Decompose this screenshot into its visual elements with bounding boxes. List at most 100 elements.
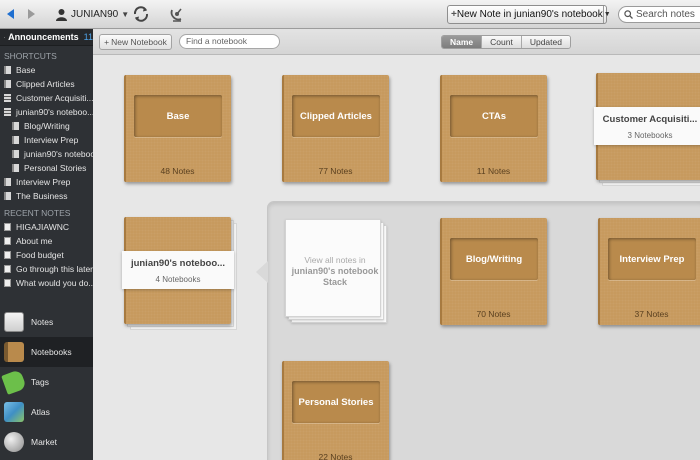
stack-icon [4, 108, 11, 116]
find-notebook-input[interactable] [186, 36, 274, 46]
nav-tags[interactable]: Tags [0, 367, 93, 397]
notes-icon [4, 312, 24, 332]
search-input[interactable] [636, 9, 700, 20]
notebook-note-count: 48 Notes [160, 166, 195, 176]
notebook-note-count: 37 Notes [634, 309, 669, 319]
recent-note-item[interactable]: What would you do... [0, 276, 93, 290]
nav-notes-label: Notes [31, 317, 54, 327]
activity-feed-icon[interactable] [168, 5, 186, 23]
stack-icon [4, 94, 11, 102]
notebook-icon [4, 192, 11, 200]
sort-by-count[interactable]: Count [482, 36, 522, 48]
sort-control: Name Count Updated [441, 35, 571, 49]
note-icon [4, 251, 11, 259]
notebook-note-count: 22 Notes [318, 452, 353, 460]
shortcut-item[interactable]: junian90's notebook [0, 147, 93, 161]
account-menu[interactable]: JUNIAN90 ▼ [55, 6, 129, 22]
notebook-title: CTAs [450, 95, 538, 137]
stack-junian90s-notebook[interactable]: junian90's noteboo... 4 Notebooks [122, 217, 237, 330]
notebooks-toolbar: + New Notebook Name Count Updated [93, 29, 700, 55]
shortcut-item[interactable]: Clipped Articles [0, 77, 93, 91]
notebook-title: Clipped Articles [292, 95, 380, 137]
account-username: JUNIAN90 [71, 8, 119, 20]
notebook-icon [12, 150, 19, 158]
stack-panel-pointer [256, 261, 268, 283]
notebook-title: Personal Stories [292, 381, 380, 423]
forward-arrow-icon[interactable] [25, 8, 37, 20]
shortcut-item[interactable]: Interview Prep [0, 175, 93, 189]
shortcut-item[interactable]: Blog/Writing [0, 119, 93, 133]
shortcut-label: Interview Prep [24, 135, 79, 145]
new-note-dropdown-icon[interactable]: ▼ [602, 6, 611, 23]
note-icon [4, 279, 11, 287]
search-box [618, 6, 700, 23]
top-toolbar: JUNIAN90 ▼ + New Note in junian90's note… [0, 0, 700, 29]
announcements-label: Announcements [8, 32, 79, 42]
notebooks-view: + New Notebook Name Count Updated Base 4… [93, 29, 700, 460]
notebook-clipped-articles[interactable]: Clipped Articles 77 Notes [282, 75, 392, 185]
nav-market-label: Market [31, 437, 57, 447]
notebook-personal-stories[interactable]: Personal Stories 22 Notes [282, 361, 392, 460]
notebook-ctas[interactable]: CTAs 11 Notes [440, 75, 550, 185]
stack-notebook-count: 3 Notebooks [627, 131, 673, 140]
sync-icon[interactable] [132, 5, 150, 23]
recent-note-item[interactable]: About me [0, 234, 93, 248]
plus-icon: + [104, 37, 110, 47]
stack-notebook-count: 4 Notebooks [155, 275, 201, 284]
new-note-button[interactable]: + New Note in junian90's notebook ▼ [447, 5, 611, 24]
announcements-item[interactable]: Announcements 11 [0, 29, 93, 46]
back-arrow-icon[interactable] [5, 8, 17, 20]
nav-atlas-label: Atlas [31, 407, 50, 417]
shortcut-label: Clipped Articles [16, 79, 75, 89]
shortcut-label: junian90's notebook [24, 149, 93, 159]
tags-icon [1, 369, 27, 395]
stack-title: Customer Acquisiti... [602, 114, 698, 125]
nav-atlas[interactable]: Atlas [0, 397, 93, 427]
recent-note-label: What would you do... [16, 278, 93, 288]
new-notebook-button[interactable]: + New Notebook [99, 34, 172, 50]
shortcut-item[interactable]: The Business [0, 189, 93, 203]
view-all-notes-in-stack[interactable]: View all notes in junian90's notebook St… [285, 219, 387, 323]
notebook-icon [4, 178, 11, 186]
note-icon [4, 223, 11, 231]
shortcut-label: Interview Prep [16, 177, 71, 187]
note-icon [4, 265, 11, 273]
shortcut-label: Base [16, 65, 36, 75]
recent-note-item[interactable]: HIGAJIAWNC [0, 220, 93, 234]
stack-customer-acquisition[interactable]: Customer Acquisiti... 3 Notebooks [594, 73, 700, 186]
stack-title: junian90's noteboo... [130, 258, 226, 269]
notebook-icon [4, 66, 11, 74]
view-all-stack-name: junian90's notebook Stack [291, 266, 379, 287]
sort-by-name[interactable]: Name [442, 36, 483, 48]
notebook-blog-writing[interactable]: Blog/Writing 70 Notes [440, 218, 550, 328]
notebook-title: Blog/Writing [450, 238, 538, 280]
new-note-label: New Note in junian90's notebook [456, 9, 603, 20]
nav-tags-label: Tags [31, 377, 49, 387]
notebook-interview-prep[interactable]: Interview Prep 37 Notes [598, 218, 700, 328]
recent-note-item[interactable]: Go through this later [0, 262, 93, 276]
nav-notebooks[interactable]: Notebooks [0, 337, 93, 367]
shortcut-item[interactable]: Personal Stories [0, 161, 93, 175]
view-all-text: View all notes in junian90's notebook St… [287, 255, 383, 288]
shortcut-item[interactable]: Customer Acquisiti... [0, 91, 93, 105]
recent-note-label: Food budget [16, 250, 64, 260]
announcements-count: 11 [83, 32, 93, 42]
new-notebook-label: New Notebook [111, 37, 167, 47]
shortcut-label: Blog/Writing [24, 121, 70, 131]
view-all-line1: View all notes in [304, 255, 366, 265]
recent-note-label: Go through this later [16, 264, 93, 274]
shortcut-label: Personal Stories [24, 163, 87, 173]
shortcut-item[interactable]: junian90's noteboo... [0, 105, 93, 119]
notebooks-icon [4, 342, 24, 362]
notebook-base[interactable]: Base 48 Notes [124, 75, 234, 185]
recent-note-item[interactable]: Food budget [0, 248, 93, 262]
nav-market[interactable]: Market [0, 427, 93, 457]
find-notebook-box [179, 34, 280, 49]
notebook-icon [4, 80, 11, 88]
sort-by-updated[interactable]: Updated [521, 36, 570, 48]
nav-notebooks-label: Notebooks [31, 347, 72, 357]
recent-notes-heading: RECENT NOTES [4, 208, 71, 218]
shortcut-item[interactable]: Interview Prep [0, 133, 93, 147]
nav-notes[interactable]: Notes [0, 307, 93, 337]
shortcut-item[interactable]: Base [0, 63, 93, 77]
